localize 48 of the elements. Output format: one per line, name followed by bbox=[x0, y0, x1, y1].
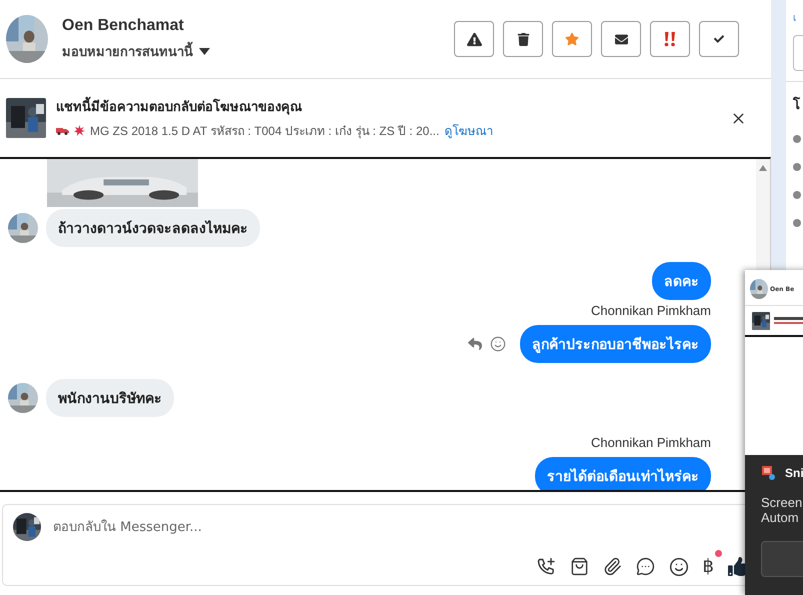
payment-button[interactable]: ฿ bbox=[702, 556, 714, 577]
burst-icon bbox=[74, 125, 85, 136]
side-label: เ bbox=[793, 12, 797, 25]
star-icon bbox=[565, 32, 579, 46]
contact-name: Oen Benchamat bbox=[62, 16, 185, 34]
mail-icon bbox=[614, 32, 628, 46]
bullet-icon bbox=[793, 219, 801, 227]
side-field[interactable] bbox=[793, 35, 803, 71]
warning-icon bbox=[466, 32, 482, 46]
mail-button[interactable] bbox=[601, 21, 641, 57]
bullet-icon bbox=[793, 191, 801, 199]
report-button[interactable] bbox=[454, 21, 494, 57]
caret-icon[interactable] bbox=[199, 48, 210, 54]
done-button[interactable] bbox=[699, 21, 739, 57]
bullet-icon bbox=[793, 135, 801, 143]
urgent-button[interactable] bbox=[650, 21, 690, 57]
attachment-icon[interactable] bbox=[602, 557, 622, 576]
message-bubble: ลดคะ bbox=[652, 262, 711, 300]
sender-name: Chonnikan Pimkham bbox=[591, 303, 711, 318]
exclamation-icon bbox=[663, 31, 677, 47]
sender-name: Chonnikan Pimkham bbox=[591, 435, 711, 450]
side-heading: โ bbox=[786, 81, 803, 115]
notification-title: Screen bbox=[761, 495, 803, 510]
truck-icon bbox=[56, 126, 69, 135]
message-bubble: รายได้ต่อเดือนเท่าไหร่คะ bbox=[535, 457, 711, 490]
preview-text-drawing bbox=[774, 316, 803, 326]
trash-icon bbox=[516, 32, 530, 46]
star-button[interactable] bbox=[552, 21, 592, 57]
notification-text: Autom bbox=[761, 510, 800, 525]
snip-app-icon bbox=[761, 465, 777, 481]
bullet-icon bbox=[793, 163, 801, 171]
view-ad-link[interactable]: ดูโฆษณา bbox=[444, 121, 494, 140]
ad-details: MG ZS 2018 1.5 D AT รหัสรถ : T004 ประเภท : เก๋ง รุ่น : ZS ปี : 20... bbox=[90, 123, 440, 140]
message-bubble: ลูกค้าประกอบอาชีพอะไรคะ bbox=[520, 325, 711, 363]
app-name: Sni bbox=[785, 466, 803, 480]
assign-dropdown[interactable]: มอบหมายการสนทนานี้ bbox=[62, 40, 193, 62]
scroll-up-icon[interactable] bbox=[759, 165, 767, 171]
check-icon bbox=[714, 34, 724, 44]
emoji-icon[interactable] bbox=[668, 556, 689, 576]
message-bubble: พนักงานบริษัทคะ bbox=[46, 379, 174, 417]
thumbs-up-icon[interactable] bbox=[728, 557, 747, 576]
reply-icon[interactable] bbox=[468, 337, 482, 351]
message-bubble: ถ้าวางดาวน์งวดจะลดลงไหมคะ bbox=[46, 209, 260, 247]
shopping-bag-icon[interactable] bbox=[570, 557, 589, 576]
delete-button[interactable] bbox=[503, 21, 543, 57]
chat-bubble-icon[interactable] bbox=[636, 557, 655, 576]
ad-reply-title: แชทนี้มีข้อความตอบกลับต่อโฆษณาของคุณ bbox=[56, 96, 720, 117]
add-call-icon[interactable] bbox=[536, 556, 556, 576]
